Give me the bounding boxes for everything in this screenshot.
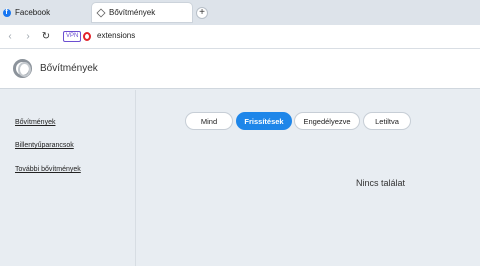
tab-strip: f Facebook Bővítmények + — [0, 0, 480, 25]
address-bar: ‹ › ↻ VPN extensions — [0, 25, 480, 49]
tab-label: Facebook — [15, 8, 51, 17]
back-icon[interactable]: ‹ — [4, 30, 16, 44]
new-tab-button[interactable]: + — [196, 7, 208, 19]
filter-updates-button[interactable]: Frissítések — [236, 112, 292, 130]
extension-cube-icon — [95, 7, 106, 18]
vpn-badge[interactable]: VPN — [63, 31, 82, 42]
opera-icon — [83, 32, 91, 41]
sidebar-item-extensions[interactable]: Bővítmények — [15, 119, 55, 126]
tab-extensions[interactable]: Bővítmények — [92, 3, 192, 22]
sidebar: Bővítmények Billentyűparancsok További b… — [0, 90, 136, 266]
sidebar-item-shortcuts[interactable]: Billentyűparancsok — [15, 142, 74, 149]
sidebar-item-more-extensions[interactable]: További bővítmények — [15, 166, 81, 173]
page-title: Bővítmények — [40, 63, 98, 74]
tab-label: Bővítmények — [109, 8, 156, 17]
filter-all-button[interactable]: Mind — [185, 112, 233, 130]
forward-icon[interactable]: › — [22, 30, 34, 44]
filter-enabled-button[interactable]: Engedélyezve — [294, 112, 360, 130]
filter-disabled-button[interactable]: Letiltva — [363, 112, 411, 130]
facebook-icon: f — [2, 8, 11, 17]
reload-icon[interactable]: ↻ — [40, 30, 52, 44]
url-field[interactable]: extensions — [97, 31, 135, 40]
main-content: Mind Frissítések Engedélyezve Letiltva N… — [137, 90, 480, 266]
empty-state-text: Nincs találat — [356, 178, 406, 188]
opera-logo-icon — [13, 59, 32, 78]
page-header: Bővítmények — [0, 49, 480, 89]
tab-facebook[interactable]: f Facebook — [0, 3, 88, 22]
